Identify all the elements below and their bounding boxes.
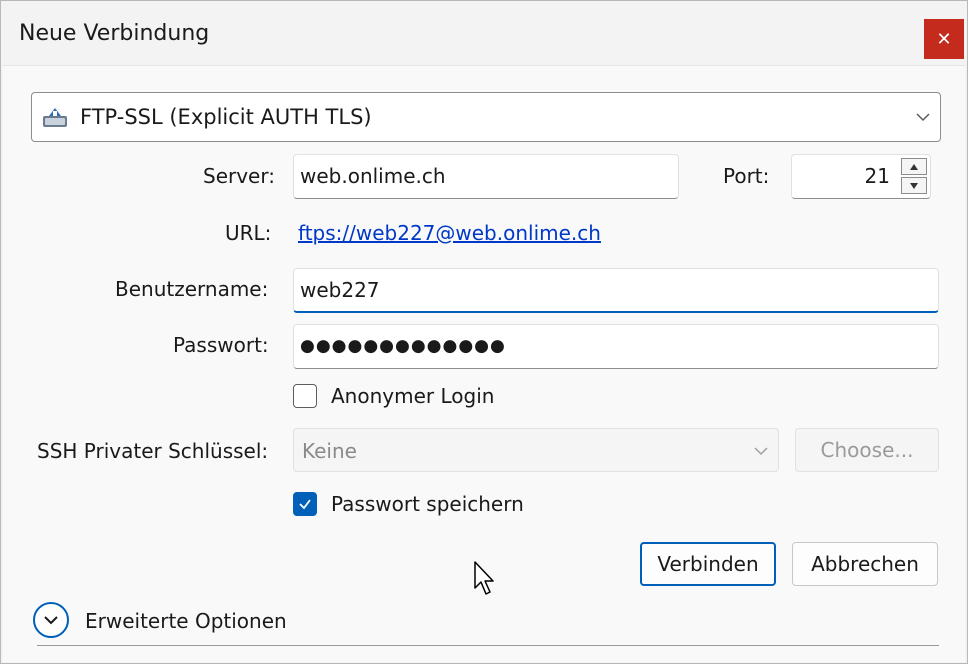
choose-key-button: Choose... (795, 428, 939, 472)
save-password-label[interactable]: Passwort speichern (331, 492, 524, 516)
mouse-cursor-icon (474, 561, 494, 595)
close-button[interactable]: ✕ (924, 19, 964, 59)
chevron-down-icon (914, 108, 932, 126)
ssh-key-label: SSH Privater Schlüssel: (37, 439, 269, 463)
username-value: web227 (300, 278, 380, 302)
arrow-up-icon (910, 163, 918, 170)
chevron-down-icon (752, 442, 770, 460)
connection-dialog: Neue Verbindung ✕ FTP-SSL (Explicit AUTH… (0, 0, 968, 664)
port-spinner (901, 158, 929, 196)
checkmark-icon (299, 499, 311, 510)
window-title: Neue Verbindung (19, 21, 210, 46)
server-input[interactable]: web.onlime.ch (293, 154, 679, 199)
anonymous-login-label[interactable]: Anonymer Login (331, 384, 494, 408)
title-bar: Neue Verbindung ✕ (1, 1, 967, 65)
cancel-button[interactable]: Abbrechen (792, 542, 938, 586)
anonymous-login-checkbox[interactable] (293, 384, 317, 408)
port-label: Port: (723, 164, 770, 188)
server-value: web.onlime.ch (300, 164, 446, 188)
drive-icon (42, 105, 68, 129)
divider (37, 645, 939, 646)
port-value: 21 (864, 164, 890, 188)
arrow-down-icon (910, 182, 918, 189)
protocol-select[interactable]: FTP-SSL (Explicit AUTH TLS) (31, 92, 941, 142)
ssh-key-select: Keine (293, 428, 779, 472)
spin-up-button[interactable] (901, 158, 927, 175)
advanced-options-expander[interactable] (33, 602, 69, 638)
password-input[interactable]: ●●●●●●●●●●●●● (293, 324, 939, 369)
close-icon: ✕ (936, 28, 952, 50)
ssh-key-value: Keine (302, 439, 357, 463)
spin-down-button[interactable] (901, 177, 927, 194)
connect-button[interactable]: Verbinden (640, 542, 776, 586)
url-link[interactable]: ftps://web227@web.onlime.ch (298, 221, 601, 245)
password-label: Passwort: (173, 333, 269, 357)
dialog-content: FTP-SSL (Explicit AUTH TLS) Server: web.… (3, 65, 965, 662)
advanced-options-label[interactable]: Erweiterte Optionen (85, 609, 287, 633)
username-label: Benutzername: (115, 277, 269, 301)
save-password-checkbox[interactable] (293, 492, 317, 516)
password-value: ●●●●●●●●●●●●● (300, 336, 506, 356)
chevron-down-icon (44, 616, 58, 625)
username-input[interactable]: web227 (293, 268, 939, 313)
url-label: URL: (225, 221, 272, 245)
server-label: Server: (203, 164, 275, 188)
protocol-label: FTP-SSL (Explicit AUTH TLS) (80, 105, 372, 129)
